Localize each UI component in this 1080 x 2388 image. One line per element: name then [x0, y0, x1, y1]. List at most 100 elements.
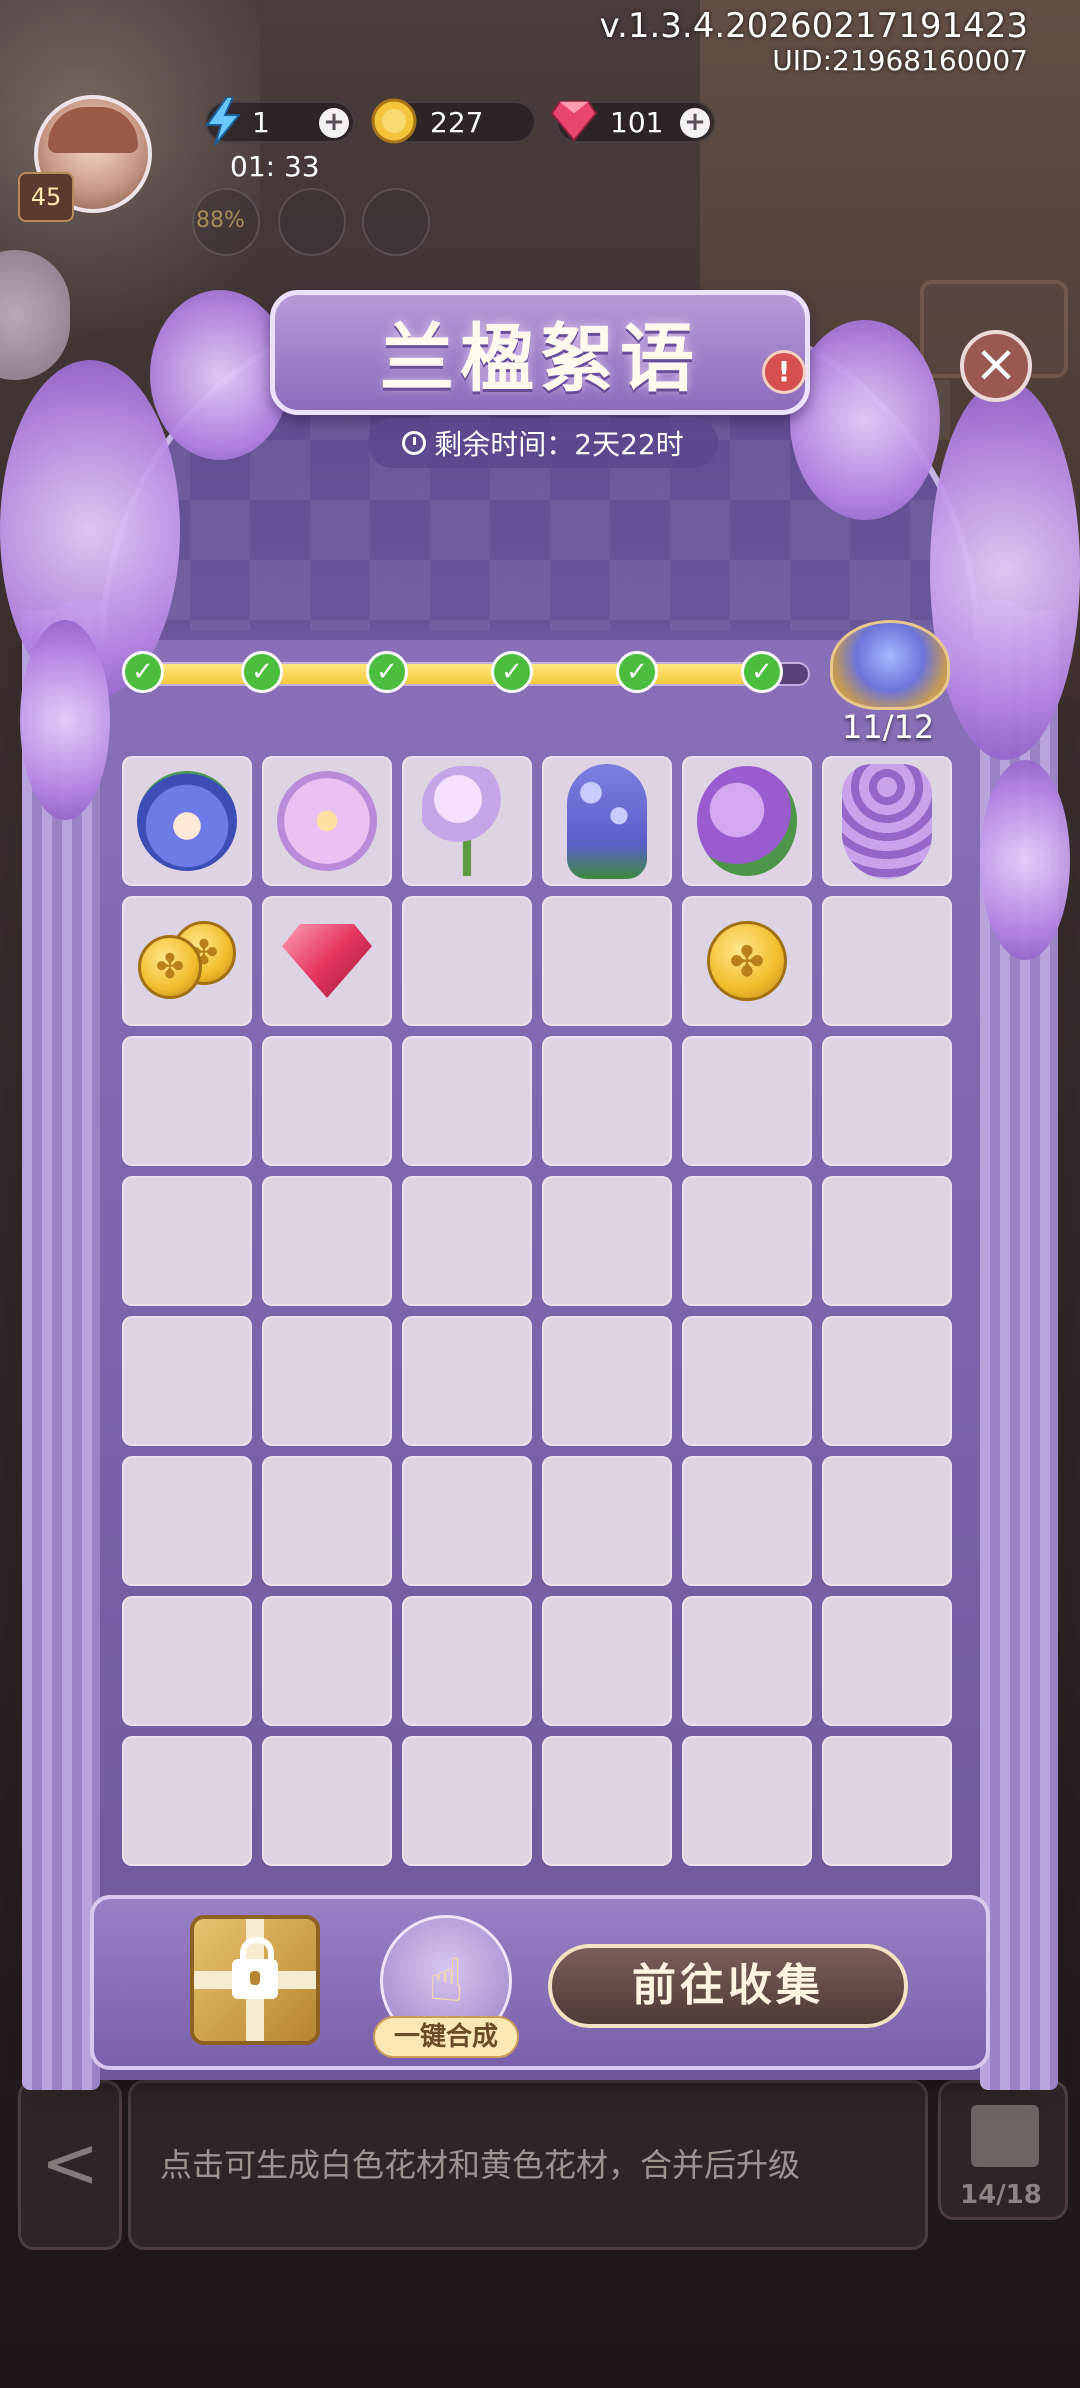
board-cell[interactable] — [542, 896, 672, 1026]
board-cell[interactable] — [122, 1176, 252, 1306]
board-cell[interactable]: ✤ — [682, 896, 812, 1026]
progress-fill — [142, 664, 755, 684]
board-cell[interactable] — [402, 1456, 532, 1586]
wisteria-vine-right-low — [980, 760, 1070, 960]
energy-counter[interactable]: 1 + — [205, 97, 355, 145]
board-cell[interactable] — [822, 896, 952, 1026]
board-cell[interactable] — [262, 1176, 392, 1306]
board-cell[interactable] — [822, 1036, 952, 1166]
board-cell[interactable] — [262, 1456, 392, 1586]
board-cell[interactable] — [682, 1736, 812, 1866]
board-cell[interactable] — [542, 756, 672, 886]
board-cell[interactable] — [122, 1596, 252, 1726]
board-cell[interactable] — [402, 896, 532, 1026]
milestone-check-icon: ✓ — [616, 651, 658, 693]
board-cell[interactable] — [822, 1316, 952, 1446]
board-cell[interactable] — [682, 1456, 812, 1586]
board-cell[interactable] — [682, 756, 812, 886]
milestone-check-icon: ✓ — [366, 651, 408, 693]
progress-count: 11/12 — [842, 708, 935, 746]
board-cell[interactable] — [402, 1176, 532, 1306]
lock-icon — [232, 1937, 278, 1999]
gem-icon — [550, 97, 598, 145]
gem-counter[interactable]: 101 + — [550, 100, 716, 143]
board-cell[interactable] — [122, 756, 252, 886]
version-text: v.1.3.4.20260217191423 — [599, 6, 1028, 46]
freesia-flower-icon — [422, 766, 512, 876]
alert-icon[interactable]: ! — [762, 350, 806, 394]
violet-flower-icon — [697, 766, 797, 876]
faded-coin-icon — [278, 188, 346, 256]
locked-gift-box[interactable] — [190, 1915, 320, 2045]
board-cell[interactable] — [122, 1456, 252, 1586]
board-cell[interactable] — [262, 1736, 392, 1866]
wisteria-vine-right — [930, 380, 1080, 760]
lily-flower-icon — [277, 771, 377, 871]
uid-text: UID:21968160007 — [772, 44, 1028, 77]
board-cell[interactable] — [262, 1596, 392, 1726]
board-cell[interactable] — [822, 1736, 952, 1866]
board-cell[interactable] — [682, 1316, 812, 1446]
hint-text: 点击可生成白色花材和黄色花材，合并后升级 — [160, 2146, 801, 2184]
add-gems-button[interactable]: + — [680, 108, 710, 138]
gold-coins-icon: ✤ ✤ — [132, 921, 242, 1001]
board-cell[interactable] — [262, 1036, 392, 1166]
merge-board: ✤ ✤ ✤ — [122, 756, 958, 1870]
board-cell[interactable] — [682, 1596, 812, 1726]
energy-timer: 01: 33 — [230, 150, 320, 183]
board-cell[interactable] — [402, 756, 532, 886]
board-cell[interactable] — [822, 1596, 952, 1726]
board-cell[interactable] — [682, 1176, 812, 1306]
storage-count: 14/18 — [960, 2180, 1042, 2210]
board-cell[interactable] — [402, 1036, 532, 1166]
board-cell[interactable] — [822, 756, 952, 886]
hyacinth-flower-icon — [567, 763, 647, 879]
event-title-plate: 兰楹絮语 — [270, 290, 810, 415]
box-icon — [971, 2105, 1039, 2167]
board-cell[interactable] — [262, 756, 392, 886]
blue-lotus-icon — [137, 771, 237, 871]
milestone-check-icon: ✓ — [122, 651, 164, 693]
back-button[interactable]: < — [18, 2080, 122, 2250]
milestone-check-icon: ✓ — [241, 651, 283, 693]
board-cell[interactable] — [542, 1736, 672, 1866]
board-cell[interactable] — [262, 1316, 392, 1446]
board-cell[interactable] — [402, 1736, 532, 1866]
wisteria-vine-right-top — [790, 320, 940, 520]
faded-coin-icon-2 — [362, 188, 430, 256]
add-energy-button[interactable]: + — [319, 108, 349, 138]
board-cell[interactable] — [122, 1316, 252, 1446]
board-cell[interactable] — [542, 1176, 672, 1306]
lightning-icon — [199, 97, 247, 145]
board-cell[interactable] — [542, 1316, 672, 1446]
board-cell[interactable] — [122, 1736, 252, 1866]
wisteria-flower-icon — [842, 763, 932, 879]
board-cell[interactable]: ✤ ✤ — [122, 896, 252, 1026]
wisteria-vine-left-top — [150, 290, 290, 460]
board-cell[interactable] — [542, 1596, 672, 1726]
time-remaining: 剩余时间：2天22时 — [368, 418, 718, 468]
board-cell[interactable] — [542, 1036, 672, 1166]
board-cell[interactable] — [822, 1176, 952, 1306]
board-cell[interactable] — [822, 1456, 952, 1586]
event-title: 兰楹絮语 — [380, 316, 700, 402]
milestone-check-icon: ✓ — [491, 651, 533, 693]
version-info: v.1.3.4.20260217191423 UID:21968160007 — [600, 8, 1028, 78]
board-cell[interactable] — [402, 1316, 532, 1446]
auto-merge-label[interactable]: 一键合成 — [373, 2016, 519, 2058]
milestone-check-icon: ✓ — [741, 651, 783, 693]
board-cell[interactable] — [682, 1036, 812, 1166]
gold-coin-icon: ✤ — [707, 921, 787, 1001]
red-gem-icon — [282, 924, 372, 998]
final-reward-lotus-icon[interactable] — [830, 620, 950, 710]
wisteria-vine-left-low — [20, 620, 110, 820]
clock-icon — [402, 431, 427, 455]
board-cell[interactable] — [262, 896, 392, 1026]
close-button[interactable]: × — [960, 330, 1032, 402]
gold-coin-icon — [370, 97, 418, 145]
board-cell[interactable] — [122, 1036, 252, 1166]
left-pillar — [22, 610, 100, 2090]
go-collect-button[interactable]: 前往收集 — [548, 1944, 908, 2028]
board-cell[interactable] — [402, 1596, 532, 1726]
board-cell[interactable] — [542, 1456, 672, 1586]
